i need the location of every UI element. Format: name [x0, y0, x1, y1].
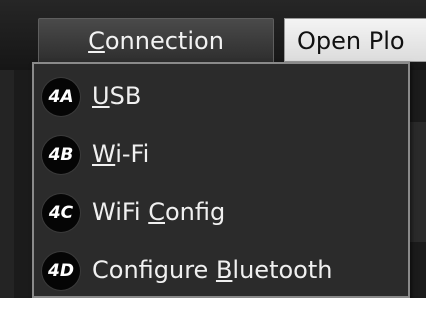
screen: Connection Open Plo 4A USB 4B Wi-Fi 4C W…: [0, 0, 426, 309]
connection-dropdown-menu: 4A USB 4B Wi-Fi 4C WiFi Config 4D Config…: [32, 62, 410, 298]
menu-item-label: Configure Bluetooth: [92, 256, 333, 284]
menu-item-label: Wi-Fi: [92, 140, 150, 168]
menu-item-usb[interactable]: 4A USB: [34, 68, 408, 124]
step-badge: 4A: [42, 78, 80, 116]
step-badge: 4C: [42, 194, 80, 232]
menu-item-label: USB: [92, 82, 142, 110]
menu-item-wifi-config[interactable]: 4C WiFi Config: [34, 184, 408, 240]
menu-item-configure-bluetooth[interactable]: 4D Configure Bluetooth: [34, 242, 408, 298]
left-edge: [0, 62, 14, 302]
menu-connection[interactable]: Connection: [38, 18, 274, 62]
menu-bar: Connection Open Plo: [0, 0, 426, 70]
menu-open-plot[interactable]: Open Plo: [284, 18, 426, 62]
step-badge: 4B: [42, 136, 80, 174]
menu-item-label: WiFi Config: [92, 198, 226, 226]
menu-item-wifi[interactable]: 4B Wi-Fi: [34, 126, 408, 182]
bottom-margin: [0, 298, 426, 309]
step-badge: 4D: [42, 252, 80, 290]
